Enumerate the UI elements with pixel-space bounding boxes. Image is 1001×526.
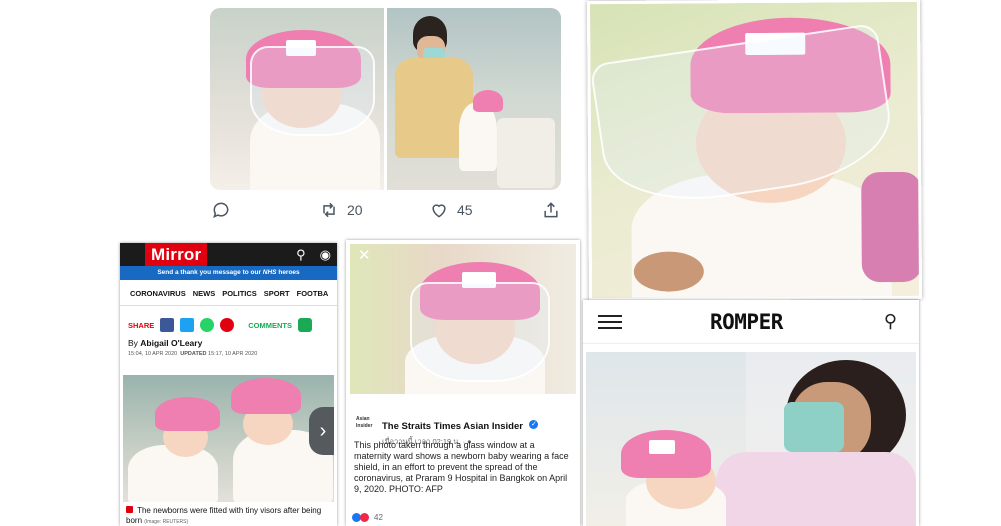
nav-football[interactable]: FOOTBA: [297, 289, 329, 305]
nav-news[interactable]: NEWS: [193, 289, 216, 305]
next-arrow-icon[interactable]: ›: [309, 407, 334, 455]
retweet-count: 20: [347, 202, 363, 218]
share-bar: SHARE COMMENTS: [120, 306, 337, 336]
reactions[interactable]: 42: [352, 513, 383, 522]
twitter-icon[interactable]: [180, 318, 195, 332]
search-icon[interactable]: ⚲: [296, 247, 306, 263]
share-button[interactable]: [541, 200, 561, 220]
comments-label[interactable]: COMMENTS: [248, 321, 292, 330]
account-icon[interactable]: ◉: [320, 247, 331, 263]
nav-politics[interactable]: POLITICS: [222, 289, 257, 305]
retweet-icon: [323, 202, 335, 218]
byline-prefix: By: [128, 338, 138, 348]
page-logo[interactable]: Asian Insider: [356, 416, 376, 432]
mirror-article: Mirror ⚲ ◉ Send a thank you message to o…: [120, 243, 337, 526]
post-body: This photo taken through a glass window …: [354, 440, 569, 494]
search-icon[interactable]: ⚲: [884, 311, 897, 332]
article-dates: 15:04, 10 APR 2020 UPDATED 15:17, 10 APR…: [120, 348, 337, 366]
tweet-card: 20 45: [207, 5, 563, 227]
reply-icon: [213, 202, 229, 219]
romper-logo[interactable]: ROMPER: [710, 310, 783, 334]
tweet-actions: 20 45: [207, 198, 563, 222]
tweet-photo-nurse-holding-baby[interactable]: [387, 8, 561, 190]
comments-icon[interactable]: [298, 318, 313, 332]
whatsapp-icon[interactable]: [200, 318, 215, 332]
nav-sport[interactable]: SPORT: [264, 289, 290, 305]
like-button[interactable]: 45: [429, 200, 473, 220]
romper-article-photo[interactable]: [586, 352, 916, 526]
retweet-button[interactable]: 20: [319, 200, 363, 220]
mirror-header: Mirror ⚲ ◉: [120, 243, 337, 266]
tweet-photo-baby-face-shield[interactable]: [210, 8, 384, 190]
updated-date: 15:17, 10 APR 2020: [208, 351, 258, 357]
mirror-article-photo[interactable]: ›: [123, 375, 334, 502]
close-icon[interactable]: ✕: [358, 246, 371, 264]
share-label: SHARE: [128, 320, 155, 330]
link-icon[interactable]: [220, 318, 235, 332]
romper-header: ROMPER ⚲: [583, 300, 919, 344]
straits-times-post: ✕ Asian Insider The Straits Times Asian …: [346, 240, 580, 526]
verified-icon: ✓: [529, 420, 539, 430]
facebook-icon[interactable]: [160, 318, 175, 332]
romper-article: ROMPER ⚲: [583, 300, 919, 526]
nhs-banner[interactable]: Send a thank you message to our NHS hero…: [120, 266, 337, 280]
hamburger-menu-icon[interactable]: [598, 311, 622, 333]
byline: By Abigail O'Leary: [120, 336, 337, 348]
page-name[interactable]: The Straits Times Asian Insider: [382, 421, 523, 432]
banner-text: Send a thank you message to our: [157, 269, 261, 276]
nhs-label: NHS: [262, 269, 277, 276]
image-credit: (Image: REUTERS): [144, 519, 189, 525]
camera-icon: [126, 506, 133, 513]
large-photo-baby-face-shield: [586, 0, 923, 302]
like-count: 45: [457, 202, 473, 218]
reaction-count: 42: [374, 513, 383, 522]
nav-coronavirus[interactable]: CORONAVIRUS: [130, 289, 186, 305]
updated-label: UPDATED: [180, 351, 207, 357]
mirror-nav: CORONAVIRUS NEWS POLITICS SPORT FOOTBA: [120, 280, 337, 306]
author-link[interactable]: Abigail O'Leary: [140, 338, 202, 348]
mirror-logo[interactable]: Mirror: [145, 243, 208, 266]
share-icon: [544, 202, 558, 218]
photo-caption: The newborns were fitted with tiny visor…: [126, 506, 334, 526]
reply-button[interactable]: [211, 200, 231, 220]
heart-icon: [432, 204, 446, 218]
straits-post-photo[interactable]: [350, 244, 576, 394]
published-date: 15:04, 10 APR 2020: [128, 351, 178, 357]
banner-text-end: heroes: [278, 269, 300, 276]
love-reaction-icon: [360, 513, 369, 522]
